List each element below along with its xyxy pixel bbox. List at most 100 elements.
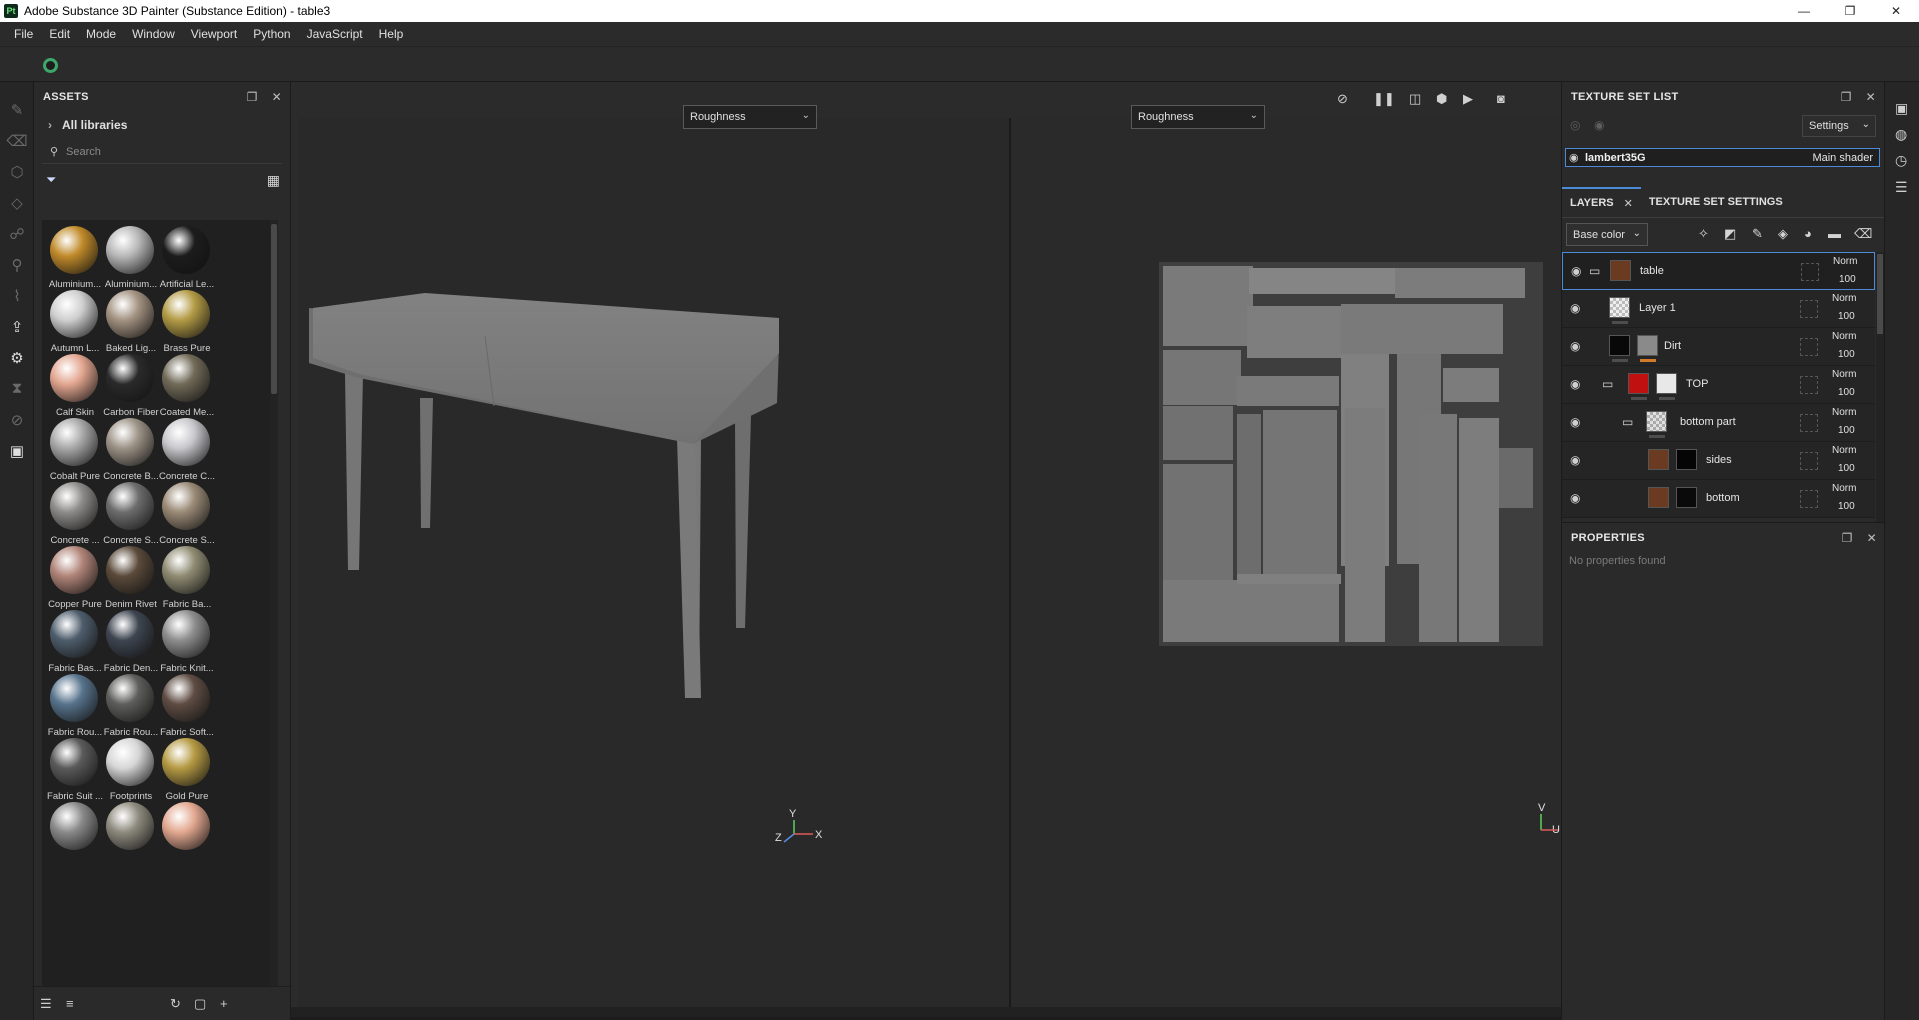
layer-row-layer-1[interactable]: ◉ Layer 1 Norm 100 (1562, 290, 1875, 328)
texture-set-row[interactable]: ◉ lambert35G Main shader (1565, 148, 1880, 167)
pause-icon[interactable]: ❚❚ (1373, 91, 1395, 107)
mask-slot[interactable] (1800, 452, 1818, 470)
delete-layer-icon[interactable]: ⌫ (1854, 226, 1872, 242)
history-icon[interactable]: ◷ (1895, 152, 1907, 169)
smudge-icon[interactable]: ☍ (0, 218, 34, 249)
menu-python[interactable]: Python (245, 27, 298, 41)
menu-viewport[interactable]: Viewport (183, 27, 245, 41)
layer-opacity[interactable]: 100 (1838, 349, 1855, 360)
mask-slot[interactable] (1800, 376, 1818, 394)
eye-icon[interactable]: ◉ (1571, 264, 1581, 278)
shader-label[interactable]: Main shader (1812, 152, 1873, 164)
undock-icon[interactable]: ❐ (1842, 531, 1853, 545)
hide-grid-icon[interactable]: ⊘ (1337, 91, 1348, 107)
blend-mode[interactable]: Norm (1832, 445, 1856, 456)
menu-javascript[interactable]: JavaScript (299, 27, 371, 41)
3d-view[interactable]: Y Z X (299, 118, 1009, 1007)
asset-scrollbar[interactable] (270, 220, 278, 986)
maximize-button[interactable]: ❐ (1827, 0, 1873, 22)
grid-view-icon[interactable]: ▦ (267, 172, 280, 189)
blend-mode[interactable]: Norm (1832, 407, 1856, 418)
mask-slot[interactable] (1801, 263, 1819, 281)
tab-layers[interactable]: LAYERS ✕ (1562, 187, 1641, 217)
split-view-icon[interactable]: ◫ (1409, 91, 1421, 107)
polygon-fill-icon[interactable]: ◇ (0, 187, 34, 218)
mask-slot[interactable] (1800, 338, 1818, 356)
layer-opacity[interactable]: 100 (1838, 425, 1855, 436)
tab-texture-set-settings[interactable]: TEXTURE SET SETTINGS (1641, 187, 1791, 217)
layer-row-table[interactable]: ◉ ▭ table Norm 100 (1562, 252, 1875, 290)
hide-icon[interactable]: ⊘ (0, 404, 34, 435)
export-icon[interactable]: ⇪ (0, 311, 34, 342)
layer-opacity[interactable]: 100 (1838, 311, 1855, 322)
plugin-ring-icon[interactable] (43, 58, 58, 73)
eraser-icon[interactable]: ⌫ (0, 125, 34, 156)
close-tab-icon[interactable]: ✕ (1624, 197, 1633, 210)
clone-stamp-icon[interactable]: ⚲ (0, 249, 34, 280)
blend-mode[interactable]: Norm (1832, 483, 1856, 494)
sort-icon[interactable]: ≡ (66, 996, 74, 1011)
blend-mode[interactable]: Norm (1832, 331, 1856, 342)
right-channel-dropdown[interactable]: Roughness ⌄ (1131, 105, 1265, 129)
screenshot-icon[interactable]: ◙ (1497, 91, 1505, 106)
undock-icon[interactable]: ❐ (1841, 90, 1852, 104)
log-icon[interactable]: ☰ (1895, 179, 1908, 196)
add-paint-layer-icon[interactable]: ✎ (1752, 226, 1763, 242)
refresh-icon[interactable]: ↻ (170, 996, 181, 1012)
show-all-icon[interactable]: ◉ (1594, 118, 1604, 132)
color-picker-icon[interactable]: ⌇ (0, 280, 34, 311)
filter-icon[interactable]: ⏷ (46, 172, 56, 188)
blend-mode[interactable]: Norm (1833, 256, 1857, 267)
asset-search[interactable]: ⚲ Search (42, 140, 282, 164)
layer-opacity[interactable]: 100 (1838, 501, 1855, 512)
eye-icon[interactable]: ◉ (1570, 339, 1580, 353)
list-view-icon[interactable]: ☰ (40, 996, 52, 1012)
menu-help[interactable]: Help (371, 27, 412, 41)
blend-mode[interactable]: Norm (1832, 369, 1856, 380)
viewport-scrollbar[interactable] (291, 1007, 1562, 1017)
layer-row-sides[interactable]: ◉ sides Norm 100 (1562, 442, 1875, 480)
menu-file[interactable]: File (6, 27, 41, 41)
layer-opacity[interactable]: 100 (1838, 463, 1855, 474)
layer-row-top[interactable]: ◉ ▭ TOP Norm 100 (1562, 366, 1875, 404)
cube-icon[interactable]: ⬢ (1436, 91, 1447, 107)
hide-all-icon[interactable]: ◎ (1570, 118, 1580, 132)
close-button[interactable]: ✕ (1873, 0, 1919, 22)
layer-row-bottom-part[interactable]: ◉ ▭ bottom part Norm 100 (1562, 404, 1875, 442)
add-effect-icon[interactable]: ✧ (1698, 226, 1709, 242)
bake-icon[interactable]: ⧗ (0, 373, 34, 404)
library-selector[interactable]: › All libraries (34, 112, 290, 138)
close-panel-icon[interactable]: ✕ (1867, 531, 1877, 545)
add-mask-icon[interactable]: ◩ (1724, 226, 1736, 242)
mask-slot[interactable] (1800, 490, 1818, 508)
search-input[interactable]: Search (66, 146, 101, 158)
add-folder-icon[interactable]: ▬ (1828, 226, 1841, 241)
eye-icon[interactable]: ◉ (1569, 151, 1585, 164)
layer-row-dirt[interactable]: ◉ Dirt Norm 100 (1562, 328, 1875, 366)
asset-tile[interactable] (156, 798, 222, 876)
minimize-button[interactable]: — (1781, 0, 1827, 22)
eye-icon[interactable]: ◉ (1570, 377, 1580, 391)
add-fill-layer-icon[interactable]: ◈ (1778, 226, 1788, 242)
menu-window[interactable]: Window (124, 27, 183, 41)
mask-slot[interactable] (1800, 414, 1818, 432)
display-icon[interactable]: ▣ (0, 435, 34, 466)
layer-scrollbar[interactable] (1876, 252, 1884, 528)
add-smart-material-icon[interactable]: ◕ (1804, 226, 1812, 241)
left-channel-dropdown[interactable]: Roughness ⌄ (683, 105, 817, 129)
projection-icon[interactable]: ⬡ (0, 156, 34, 187)
eye-icon[interactable]: ◉ (1570, 491, 1580, 505)
close-panel-icon[interactable]: ✕ (272, 90, 282, 104)
camera-icon[interactable]: ▶ (1463, 91, 1473, 107)
uv-2d-view[interactable]: V U (1011, 118, 1562, 1007)
layer-opacity[interactable]: 100 (1838, 387, 1855, 398)
shader-settings-icon[interactable]: ◍ (1895, 126, 1907, 143)
close-panel-icon[interactable]: ✕ (1866, 90, 1876, 104)
layer-opacity[interactable]: 100 (1839, 274, 1856, 285)
blend-mode[interactable]: Norm (1832, 293, 1856, 304)
display-settings-icon[interactable]: ▣ (1895, 100, 1908, 117)
new-window-icon[interactable]: ▢ (194, 996, 206, 1012)
mask-slot[interactable] (1800, 300, 1818, 318)
settings-icon[interactable]: ⚙ (0, 342, 34, 373)
add-icon[interactable]: + (220, 996, 228, 1011)
